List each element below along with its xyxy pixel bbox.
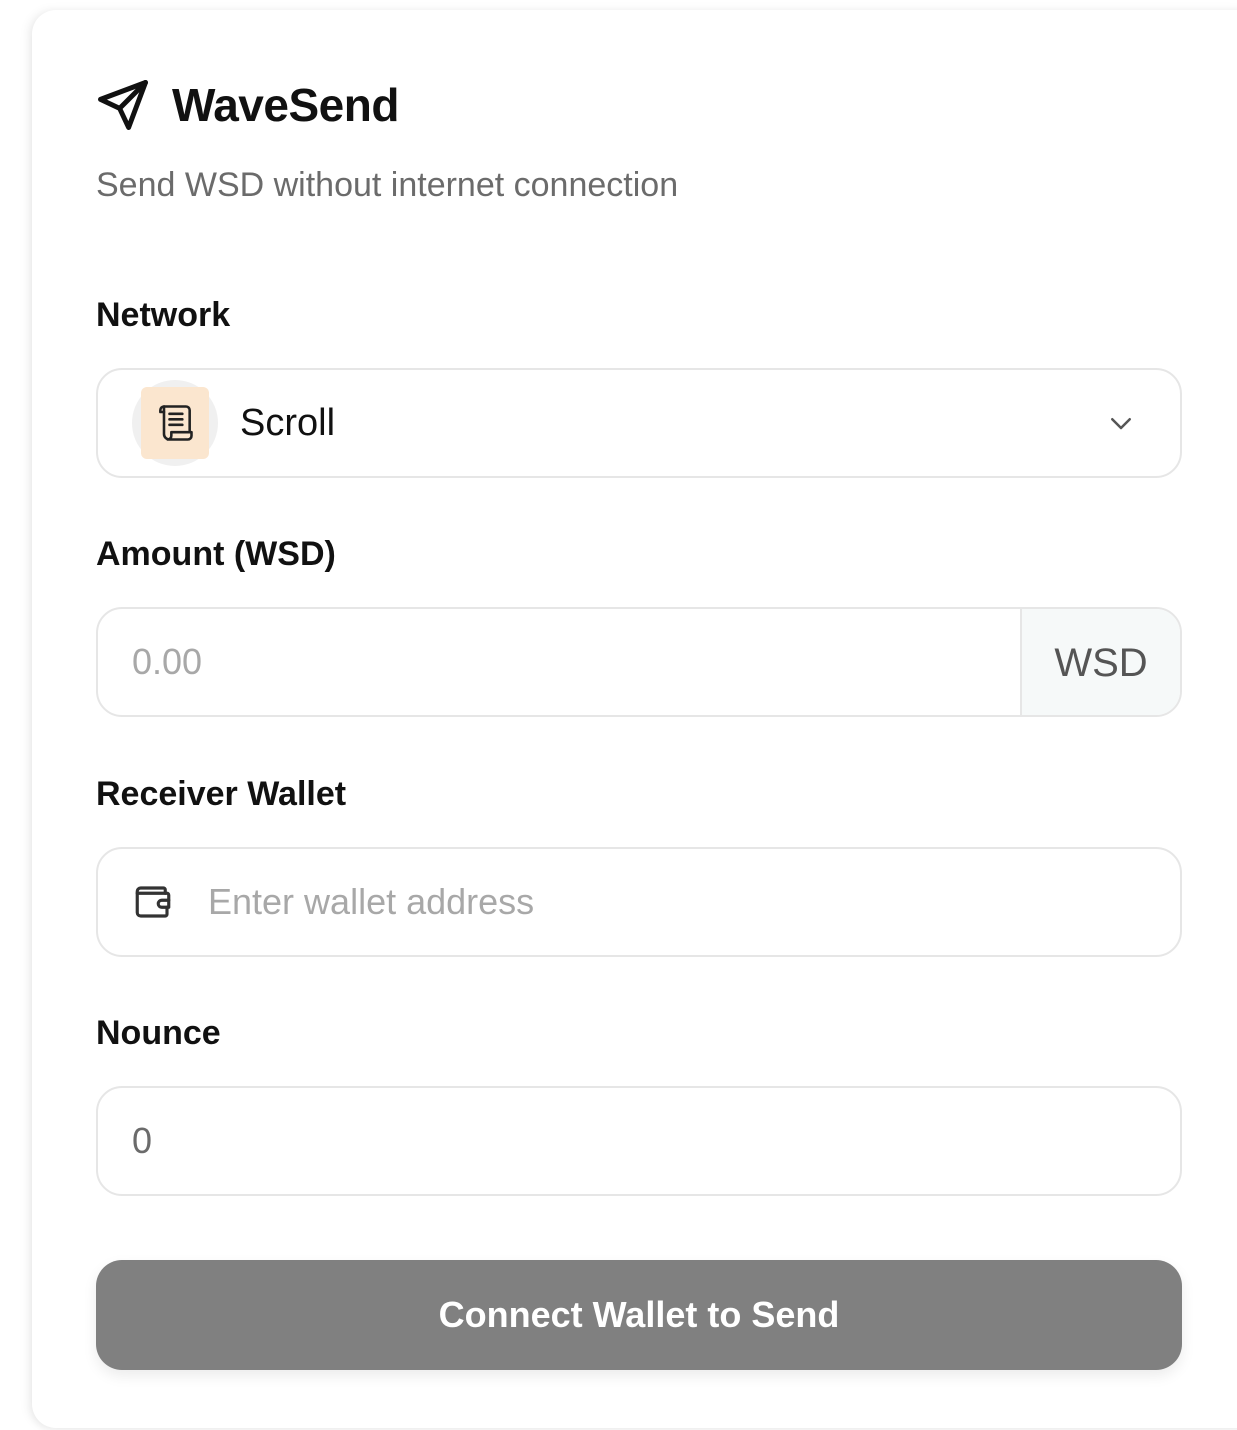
- network-select[interactable]: Scroll: [96, 368, 1182, 478]
- network-selected-label: Scroll: [240, 401, 336, 444]
- receiver-field-group: [96, 847, 1182, 957]
- nonce-input[interactable]: [98, 1088, 1180, 1194]
- connect-wallet-button[interactable]: Connect Wallet to Send: [96, 1260, 1182, 1370]
- app-header: WaveSend: [96, 78, 399, 132]
- paper-plane-icon: [96, 78, 150, 132]
- amount-unit: WSD: [1020, 609, 1180, 715]
- receiver-wallet-input[interactable]: [174, 849, 1180, 955]
- send-card: [32, 10, 1237, 1428]
- nonce-label: Nounce: [96, 1014, 221, 1052]
- app-title: WaveSend: [172, 79, 399, 131]
- wallet-icon: [132, 881, 174, 923]
- app-subtitle: Send WSD without internet connection: [96, 166, 679, 204]
- amount-input[interactable]: [98, 609, 1020, 715]
- chevron-down-icon: [1106, 408, 1136, 438]
- nonce-field-group: [96, 1086, 1182, 1196]
- scroll-icon: [141, 387, 209, 459]
- amount-field-group: WSD: [96, 607, 1182, 717]
- network-label: Network: [96, 296, 231, 334]
- amount-label: Amount (WSD): [96, 535, 336, 573]
- network-avatar: [132, 380, 218, 466]
- receiver-label: Receiver Wallet: [96, 775, 347, 813]
